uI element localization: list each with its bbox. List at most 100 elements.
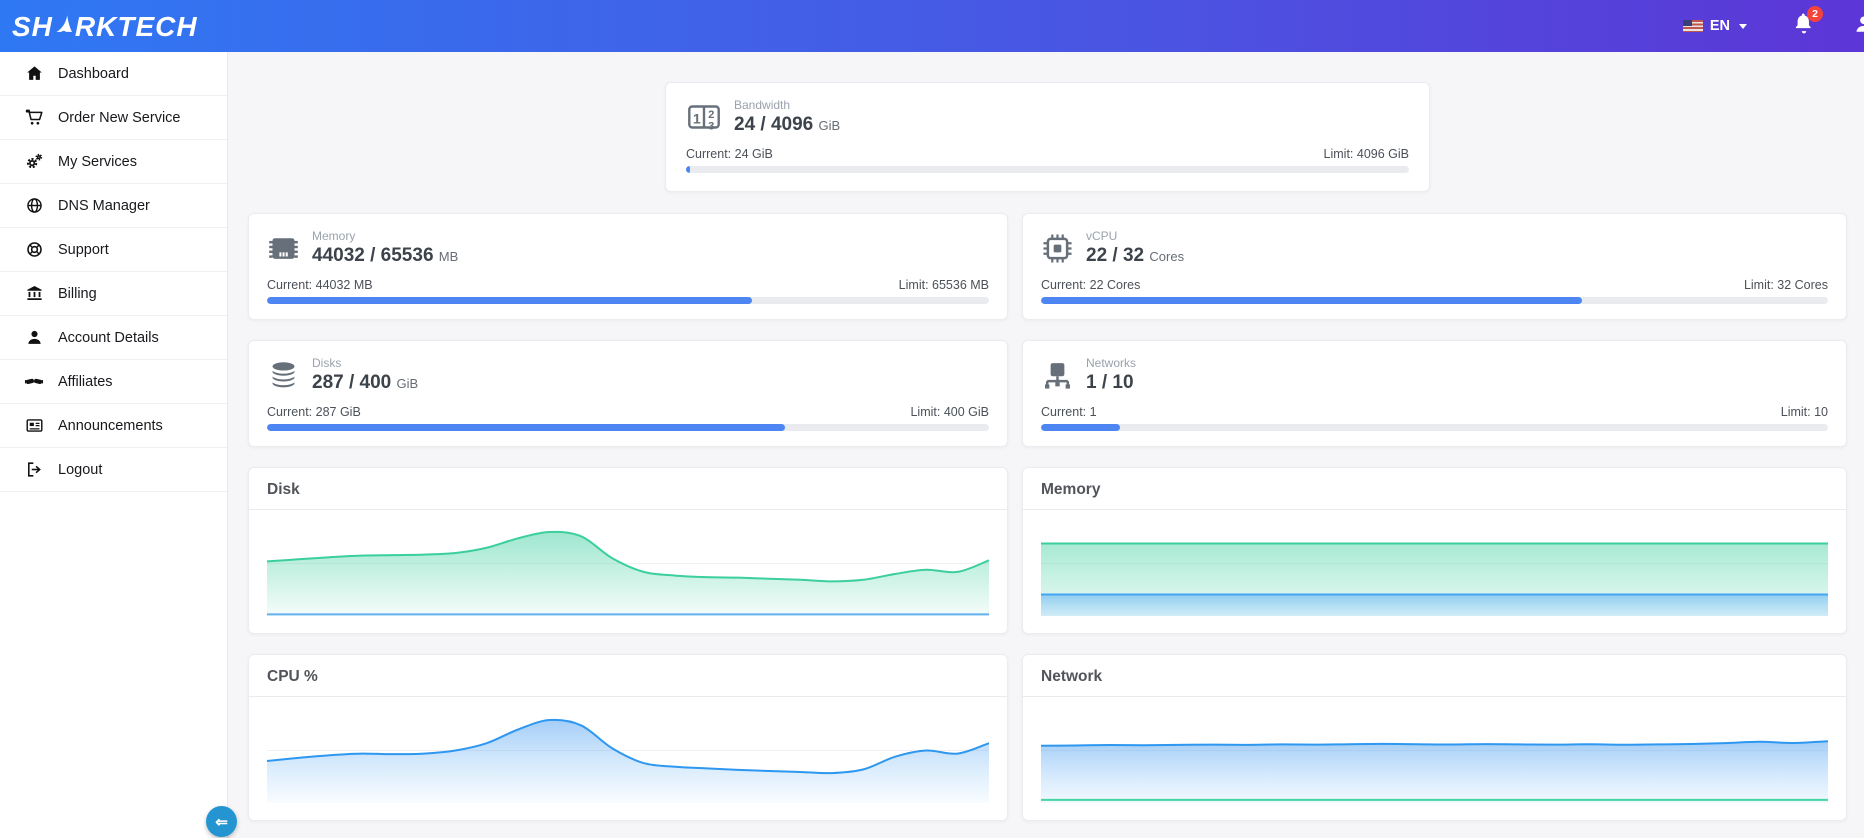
shark-fin-icon	[53, 12, 74, 41]
chart-title: Memory	[1023, 468, 1846, 510]
stat-value: 1 / 10	[1086, 372, 1134, 393]
sharktech-logo: SH RKTECH	[12, 12, 198, 41]
svg-text:2: 2	[708, 109, 714, 121]
usage-limit: Limit: 4096 GiB	[1324, 147, 1409, 161]
cpu-chart-card: CPU %	[248, 654, 1008, 821]
stat-label: Bandwidth	[734, 98, 840, 112]
sidebar-item-label: DNS Manager	[58, 198, 150, 214]
us-flag-icon	[1683, 20, 1703, 32]
stat-label: Networks	[1086, 356, 1136, 370]
logo-text-prefix: SH	[12, 13, 53, 41]
stat-value: 287 / 400	[312, 372, 391, 393]
usage-limit: Limit: 400 GiB	[910, 405, 989, 419]
ram-chip-icon	[267, 232, 300, 265]
database-disks-icon	[267, 359, 300, 392]
progress-fill	[267, 297, 752, 304]
home-icon	[24, 64, 44, 84]
sidebar-item-order-new-service[interactable]: Order New Service	[0, 96, 227, 140]
progress-fill	[1041, 297, 1582, 304]
network-nodes-icon	[1041, 359, 1074, 392]
networks-card: Networks 1 / 10 Current: 1 Limit: 10	[1022, 340, 1847, 447]
bank-icon	[24, 284, 44, 304]
disks-card: Disks 287 / 400 GiB Current: 287 GiB Lim…	[248, 340, 1008, 447]
progress-fill	[686, 166, 690, 173]
sidebar-item-support[interactable]: Support	[0, 228, 227, 272]
life-ring-icon	[24, 240, 44, 260]
bandwidth-counter-icon: 123	[686, 99, 722, 135]
progress-track	[267, 297, 989, 304]
sidebar: Dashboard Order New Service My Services …	[0, 52, 228, 838]
notification-badge: 2	[1807, 6, 1823, 22]
sidebar-collapse-button[interactable]: ⇐	[206, 806, 237, 837]
progress-fill	[1041, 424, 1120, 431]
usage-limit: Limit: 32 Cores	[1744, 278, 1828, 292]
sidebar-item-logout[interactable]: Logout	[0, 448, 227, 492]
progress-track	[267, 424, 989, 431]
sidebar-item-label: Affiliates	[58, 374, 113, 390]
sidebar-item-label: Dashboard	[58, 66, 129, 82]
user-icon	[1853, 23, 1864, 40]
current-usage: Current: 24 GiB	[686, 147, 773, 161]
shopping-cart-icon	[24, 108, 44, 128]
usage-limit: Limit: 10	[1781, 405, 1828, 419]
stat-value: 24 / 4096	[734, 114, 813, 135]
gears-icon	[24, 152, 44, 172]
sidebar-item-announcements[interactable]: Announcements	[0, 404, 227, 448]
progress-fill	[267, 424, 785, 431]
chart-title: Disk	[249, 468, 1007, 510]
handshake-icon	[24, 372, 44, 392]
chart-title: Network	[1023, 655, 1846, 697]
memory-chart	[1041, 511, 1828, 616]
stat-unit: MB	[439, 249, 459, 264]
stat-label: Disks	[312, 356, 418, 370]
current-usage: Current: 287 GiB	[267, 405, 361, 419]
current-usage: Current: 22 Cores	[1041, 278, 1140, 292]
logo-text-suffix: RKTECH	[75, 13, 198, 41]
sidebar-item-label: Account Details	[58, 330, 159, 346]
disk-chart	[267, 511, 989, 616]
sidebar-item-label: Billing	[58, 286, 97, 302]
stat-label: vCPU	[1086, 229, 1184, 243]
cpu-chip-icon	[1041, 232, 1074, 265]
network-chart	[1041, 698, 1828, 803]
sidebar-item-label: Logout	[58, 462, 102, 478]
sidebar-item-dns-manager[interactable]: DNS Manager	[0, 184, 227, 228]
language-selector[interactable]: EN	[1683, 18, 1747, 34]
memory-card: Memory 44032 / 65536 MB Current: 44032 M…	[248, 213, 1008, 320]
stat-value: 44032 / 65536	[312, 245, 434, 266]
sidebar-item-account-details[interactable]: Account Details	[0, 316, 227, 360]
stat-unit: GiB	[397, 376, 419, 391]
sidebar-item-affiliates[interactable]: Affiliates	[0, 360, 227, 404]
sidebar-item-label: Order New Service	[58, 110, 180, 126]
sidebar-item-dashboard[interactable]: Dashboard	[0, 52, 227, 96]
sidebar-item-my-services[interactable]: My Services	[0, 140, 227, 184]
dashboard-content: 123 Bandwidth 24 / 4096 GiB Current: 24 …	[228, 0, 1864, 821]
sidebar-item-label: Announcements	[58, 418, 163, 434]
top-bar: SH RKTECH EN 2	[0, 0, 1864, 52]
sidebar-item-label: Support	[58, 242, 109, 258]
svg-text:3: 3	[708, 121, 714, 133]
network-chart-card: Network	[1022, 654, 1847, 821]
bell-icon	[1793, 23, 1815, 40]
disk-chart-card: Disk	[248, 467, 1008, 634]
double-arrow-left-icon: ⇐	[215, 813, 228, 831]
user-menu-button[interactable]	[1853, 12, 1864, 41]
vcpu-card: vCPU 22 / 32 Cores Current: 22 Cores Lim…	[1022, 213, 1847, 320]
sidebar-item-label: My Services	[58, 154, 137, 170]
stat-value: 22 / 32	[1086, 245, 1144, 266]
user-icon	[24, 328, 44, 348]
svg-text:1: 1	[693, 111, 701, 127]
usage-limit: Limit: 65536 MB	[899, 278, 989, 292]
memory-chart-card: Memory	[1022, 467, 1847, 634]
stat-unit: Cores	[1149, 249, 1184, 264]
bandwidth-card: 123 Bandwidth 24 / 4096 GiB Current: 24 …	[665, 82, 1430, 192]
chart-title: CPU %	[249, 655, 1007, 697]
notifications-button[interactable]: 2	[1793, 12, 1815, 41]
progress-track	[1041, 297, 1828, 304]
progress-track	[686, 166, 1409, 173]
sidebar-item-billing[interactable]: Billing	[0, 272, 227, 316]
sign-out-icon	[24, 460, 44, 480]
progress-track	[1041, 424, 1828, 431]
cpu-chart	[267, 698, 989, 803]
current-usage: Current: 1	[1041, 405, 1097, 419]
